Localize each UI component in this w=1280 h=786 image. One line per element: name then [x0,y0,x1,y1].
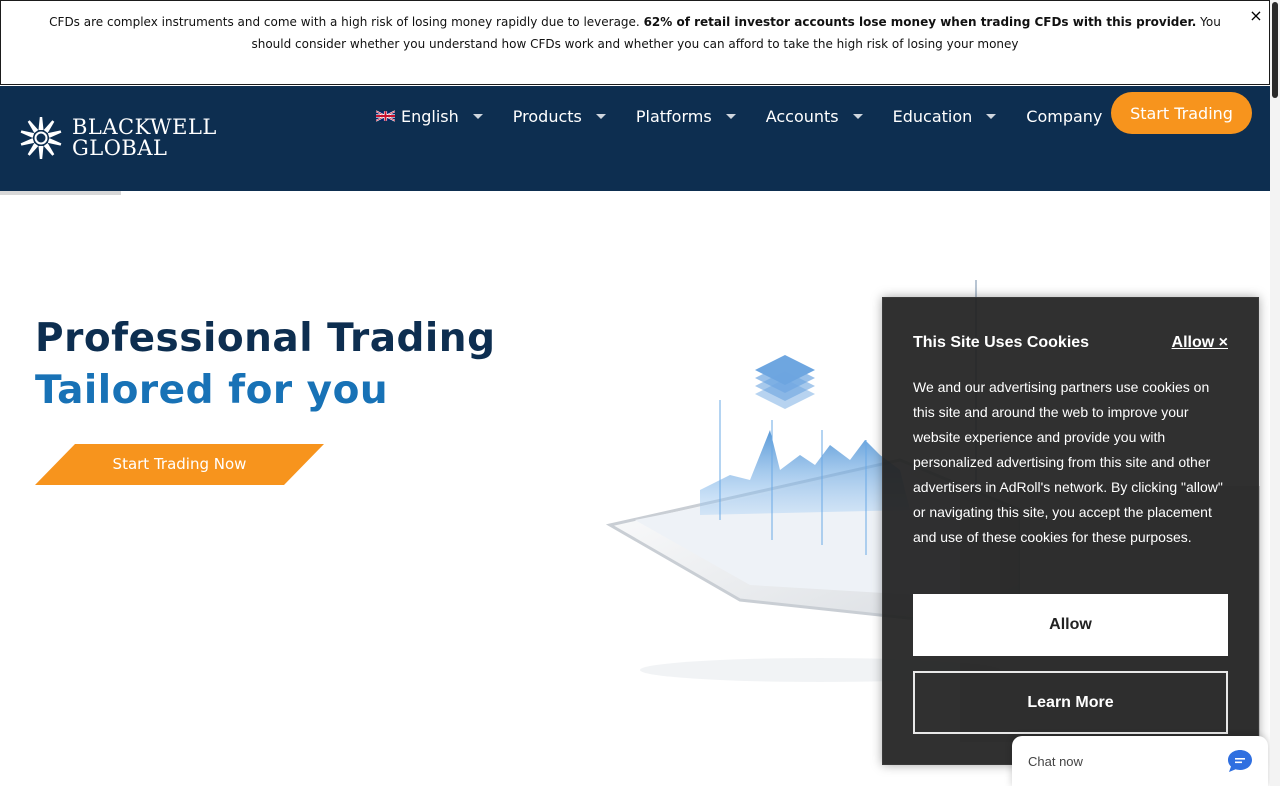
logo-line-1: BLACKWELL [72,115,217,139]
cookie-learn-more-button[interactable]: Learn More [913,671,1228,734]
main-nav: English Products Platforms Accounts Educ… [376,104,1156,128]
nav-item-label: Company [1026,106,1103,126]
risk-warning-banner: CFDs are complex instruments and come wi… [0,0,1270,85]
start-trading-button[interactable]: Start Trading [1111,92,1252,134]
scrollbar-thumb[interactable] [1272,2,1278,98]
chat-widget[interactable]: Chat now [1012,736,1268,786]
nav-item-label: Accounts [765,106,839,126]
nav-item-label: Education [892,106,973,126]
caret-down-icon [472,113,483,119]
nav-item-label: English [401,106,459,126]
cookie-allow-close-link[interactable]: Allow × [1172,334,1228,352]
nav-item-language[interactable]: English [376,107,483,126]
close-icon[interactable]: × [1249,7,1263,25]
uk-flag-icon [376,110,395,122]
cookie-title: This Site Uses Cookies [913,334,1090,351]
page: CFDs are complex instruments and come wi… [0,0,1280,786]
start-trading-now-button[interactable]: Start Trading Now [35,444,324,485]
nav-item-platforms[interactable]: Platforms [636,107,736,126]
start-trading-now-label: Start Trading Now [112,455,247,473]
caret-down-icon [595,113,606,119]
site-header: BLACKWELL GLOBAL English Products Platfo… [0,86,1270,191]
nav-item-accounts[interactable]: Accounts [766,107,863,126]
nav-item-education[interactable]: Education [893,107,997,126]
scrollbar-track[interactable] [1270,0,1280,786]
cookie-consent-dialog: This Site Uses Cookies Allow × We and ou… [882,297,1259,765]
cookie-body-text: We and our advertising partners use cook… [913,379,1223,545]
hero-title-line-2: Tailored for you [35,368,389,413]
nav-item-label: Products [512,106,582,126]
logo-text: BLACKWELL GLOBAL [72,117,217,159]
caret-down-icon [725,113,736,119]
cookie-allow-button[interactable]: Allow [913,594,1228,656]
caret-down-icon [852,113,863,119]
logo-line-2: GLOBAL [72,136,168,160]
chat-label: Chat now [1028,754,1083,769]
risk-text-bold: 62% of retail investor accounts lose mon… [643,15,1197,29]
logo-mark-icon [20,117,62,159]
logo[interactable]: BLACKWELL GLOBAL [18,114,228,162]
risk-text-before: CFDs are complex instruments and come wi… [49,15,640,29]
chat-bubble-icon [1228,750,1252,772]
nav-item-label: Platforms [635,106,712,126]
loading-strip [0,191,121,195]
hero-title-line-1: Professional Trading [35,316,496,361]
nav-item-products[interactable]: Products [513,107,606,126]
caret-down-icon [986,113,997,119]
